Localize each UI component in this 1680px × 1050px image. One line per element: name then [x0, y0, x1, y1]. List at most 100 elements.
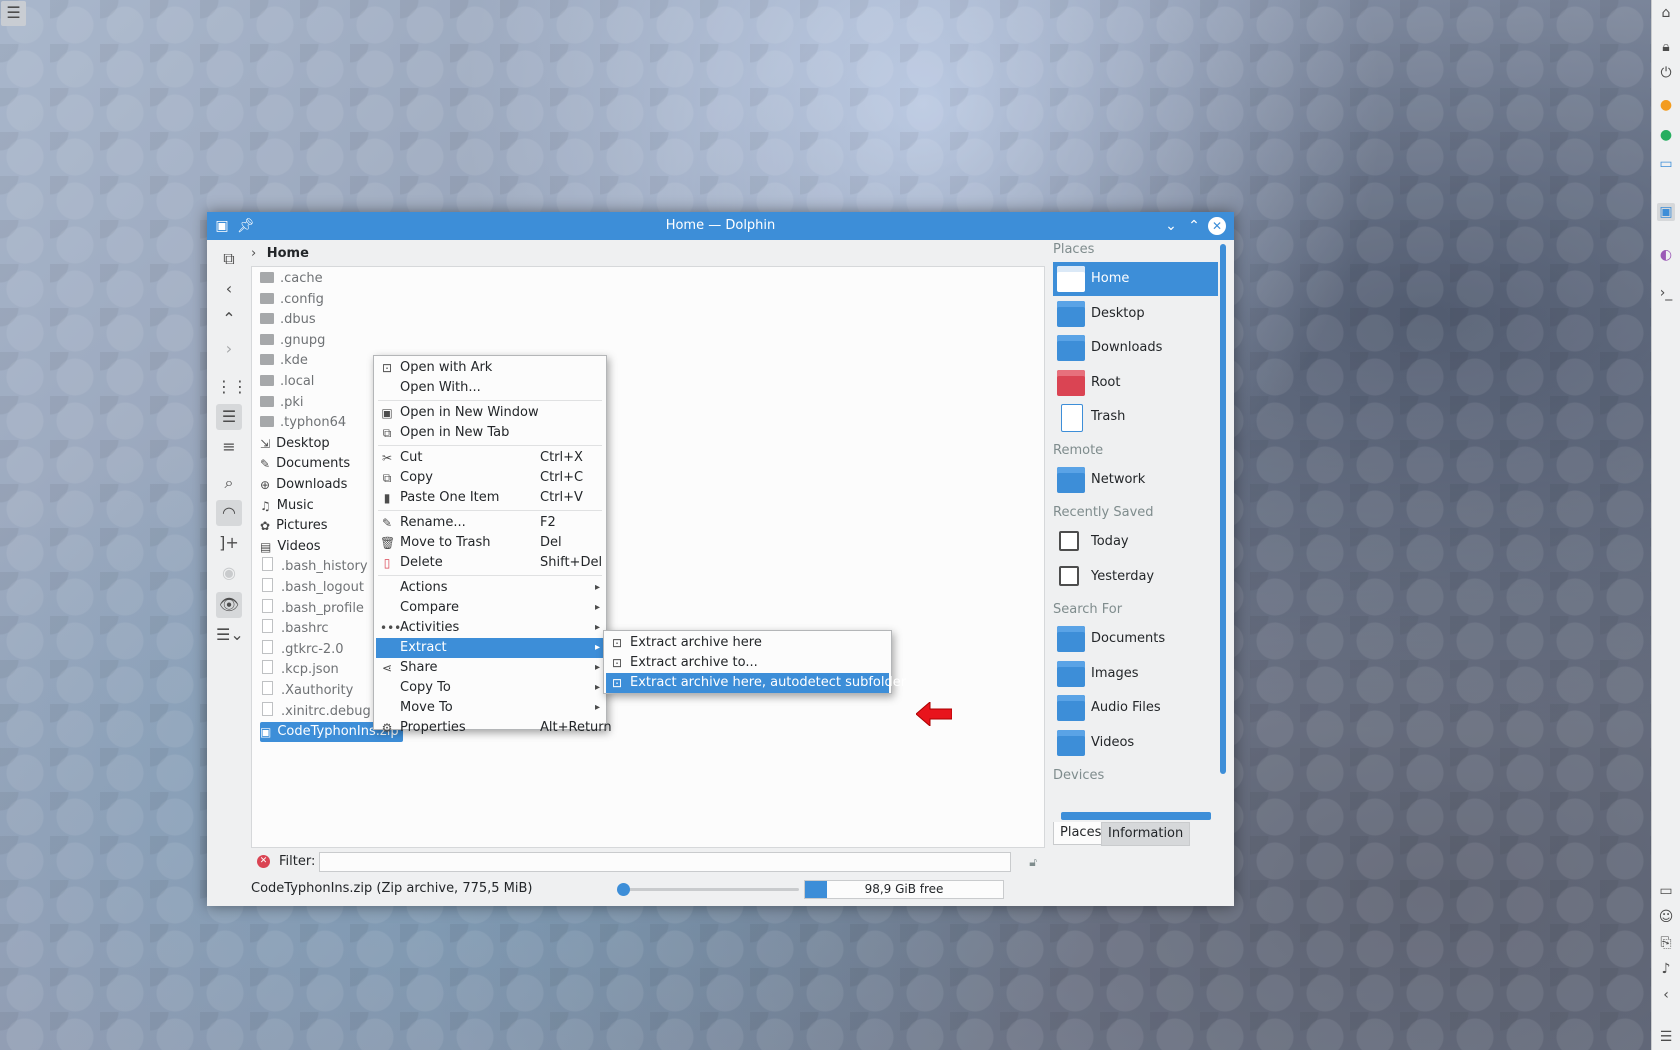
filter-clear-icon[interactable]: ✕: [257, 855, 270, 868]
app-green-icon[interactable]: ●: [1657, 126, 1675, 144]
menu-item[interactable]: Compare ▸: [376, 598, 604, 618]
menu-item[interactable]: ▯ Delete Shift+Del: [376, 553, 604, 573]
menu-item[interactable]: ⊡ Extract archive here, autodetect subfol…: [606, 673, 906, 693]
file-item[interactable]: .typhon64: [260, 413, 350, 433]
places-item[interactable]: Home: [1053, 262, 1218, 296]
menu-item[interactable]: ⊡ Extract archive here: [606, 633, 889, 653]
file-item[interactable]: .bash_history: [260, 557, 372, 577]
menu-item[interactable]: Move To ▸: [376, 698, 604, 718]
places-item[interactable]: Videos: [1053, 726, 1218, 760]
menu-item[interactable]: ⧉ Copy Ctrl+C: [376, 468, 604, 488]
menu-item[interactable]: Actions ▸: [376, 578, 604, 598]
places-item[interactable]: Images: [1053, 657, 1218, 691]
tab-information[interactable]: Information: [1101, 822, 1191, 846]
file-item[interactable]: .xinitrc.debug: [260, 701, 375, 722]
places-item[interactable]: Desktop: [1053, 297, 1218, 331]
power-icon[interactable]: ⏻: [1657, 64, 1675, 82]
lock-icon[interactable]: 🔒︎: [1657, 38, 1675, 56]
desktop-pager-icon[interactable]: ▭: [1657, 155, 1675, 173]
volume-icon[interactable]: ♪: [1657, 960, 1675, 978]
user-icon[interactable]: ☺: [1657, 908, 1675, 926]
forward-icon[interactable]: ›: [216, 336, 242, 362]
menu-item[interactable]: ⋖ Share ▸: [376, 658, 604, 678]
filter-input[interactable]: [319, 852, 1011, 872]
file-item[interactable]: ⇲ Desktop: [260, 434, 334, 454]
file-item[interactable]: .dbus: [260, 310, 320, 330]
file-item[interactable]: ♫ Music: [260, 496, 318, 516]
menu-item[interactable]: ⊡ Open with Ark: [376, 358, 604, 378]
menu-item[interactable]: ✂ Cut Ctrl+X: [376, 448, 604, 468]
menu-item[interactable]: ⚙ Properties Alt+Return: [376, 718, 612, 738]
app-orange-icon[interactable]: ●: [1657, 96, 1675, 114]
terminal-icon[interactable]: ›_: [1657, 284, 1675, 302]
new-tab-icon[interactable]: ⧉: [216, 246, 242, 272]
file-view[interactable]: .cache .config .dbus .gnupg .kde .local .pki .t…: [251, 266, 1045, 848]
compact-view-icon[interactable]: ☰: [216, 404, 242, 430]
places-item[interactable]: Audio Files: [1053, 691, 1218, 725]
zoom-slider[interactable]: [617, 883, 799, 896]
menu-item[interactable]: ••• Activities ▸: [376, 618, 604, 638]
tray-expand-icon[interactable]: ‹: [1657, 986, 1675, 1004]
menu-item[interactable]: ▮ Paste One Item Ctrl+V: [376, 488, 604, 508]
desktop-menu-icon[interactable]: ☰: [1, 1, 26, 26]
back-icon[interactable]: ‹: [216, 276, 242, 302]
maximize-icon[interactable]: ⌃: [1185, 217, 1203, 235]
places-item[interactable]: Documents: [1053, 622, 1218, 656]
file-item[interactable]: ✿ Pictures: [260, 516, 332, 536]
breadcrumb-home[interactable]: Home: [267, 246, 309, 261]
file-item[interactable]: .pki: [260, 393, 308, 413]
split-view-icon[interactable]: ]+: [216, 530, 242, 556]
app-purple-icon[interactable]: ◐: [1657, 246, 1675, 264]
title-bar[interactable]: ▣ 📌︎ Home — Dolphin ⌄ ⌃ ✕: [207, 212, 1234, 240]
close-icon[interactable]: ✕: [1208, 217, 1226, 235]
places-item[interactable]: Yesterday: [1053, 560, 1218, 594]
file-item[interactable]: ✎ Documents: [260, 454, 354, 474]
menu-item[interactable]: 🗑︎ Move to Trash Del: [376, 533, 604, 553]
zoom-slider-handle[interactable]: [617, 883, 630, 896]
file-item[interactable]: .kde: [260, 351, 312, 371]
menu-item[interactable]: ⊡ Extract archive to...: [606, 653, 889, 673]
file-item[interactable]: .kcp.json: [260, 660, 343, 680]
menu-item[interactable]: Extract ▸: [376, 638, 604, 658]
dolphin-task-icon[interactable]: ▣: [1657, 203, 1675, 221]
icons-view-icon[interactable]: ⋮⋮: [216, 374, 248, 400]
details-view-icon[interactable]: ≡: [216, 434, 242, 460]
search-icon[interactable]: ⌕: [216, 470, 242, 496]
up-icon[interactable]: ⌃: [216, 306, 242, 332]
places-item[interactable]: Network: [1053, 463, 1218, 497]
menu-item[interactable]: ▣ Open in New Window: [376, 403, 604, 423]
display-icon[interactable]: ▭: [1657, 882, 1675, 900]
places-item[interactable]: Root: [1053, 366, 1218, 400]
menu-item-label: Compare: [400, 600, 459, 615]
places-scrollbar[interactable]: [1220, 244, 1226, 774]
menu-item[interactable]: ⧉ Open in New Tab: [376, 423, 604, 443]
clipboard-icon[interactable]: ⎘: [1657, 934, 1675, 952]
file-item[interactable]: .local: [260, 372, 318, 392]
menu-item[interactable]: ✎ Rename... F2: [376, 513, 604, 533]
breadcrumb[interactable]: › Home: [251, 244, 309, 264]
file-item[interactable]: .bash_profile: [260, 598, 368, 619]
preview-icon[interactable]: ◠: [216, 500, 242, 526]
file-item[interactable]: .cache: [260, 269, 327, 289]
file-name: Videos: [277, 538, 321, 554]
places-item[interactable]: Downloads: [1053, 331, 1218, 365]
places-item[interactable]: Trash: [1053, 400, 1218, 434]
hamburger-menu-icon[interactable]: ☰⌄: [216, 622, 244, 648]
menu-item[interactable]: Open With...: [376, 378, 604, 398]
file-item[interactable]: .config: [260, 290, 328, 310]
show-hidden-icon[interactable]: 👁︎: [216, 592, 242, 618]
file-item[interactable]: .gnupg: [260, 331, 329, 351]
file-item[interactable]: .Xauthority: [260, 681, 357, 701]
minimize-icon[interactable]: ⌄: [1162, 217, 1180, 235]
places-item[interactable]: Today: [1053, 525, 1218, 559]
launcher-icon[interactable]: ⌂: [1657, 4, 1675, 22]
file-item[interactable]: .bashrc: [260, 619, 333, 639]
file-item[interactable]: .gtkrc-2.0: [260, 639, 348, 660]
menu-item[interactable]: Copy To ▸: [376, 678, 604, 698]
panel-menu-icon[interactable]: ☰: [1657, 1028, 1675, 1046]
file-item[interactable]: .bash_logout: [260, 578, 368, 598]
file-item[interactable]: ▤ Videos: [260, 537, 325, 557]
file-item[interactable]: ⊕ Downloads: [260, 475, 351, 495]
places-horizontal-scrollbar[interactable]: [1061, 812, 1211, 820]
lock-icon[interactable]: 🔓︎: [1029, 852, 1037, 872]
